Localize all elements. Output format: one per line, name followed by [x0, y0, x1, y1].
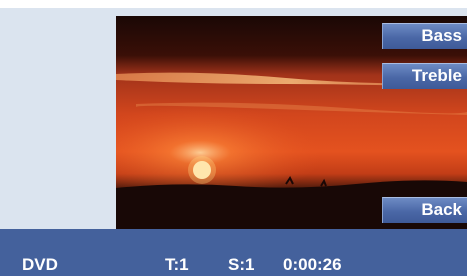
source-label: DVD	[22, 255, 58, 274]
playback-time: 0:00:26	[283, 255, 342, 274]
track-number: T:1	[165, 255, 189, 274]
treble-button[interactable]: Treble	[382, 63, 467, 89]
scene-number: S:1	[228, 255, 255, 274]
top-strip	[0, 0, 467, 8]
status-bar: DVD T:1 S:1 0:00:26	[0, 229, 467, 276]
back-button[interactable]: Back	[382, 197, 467, 223]
dvd-screen: Bass Treble Back DVD T:1 S:1 0:00:26	[0, 8, 467, 276]
bass-button[interactable]: Bass	[382, 23, 467, 49]
